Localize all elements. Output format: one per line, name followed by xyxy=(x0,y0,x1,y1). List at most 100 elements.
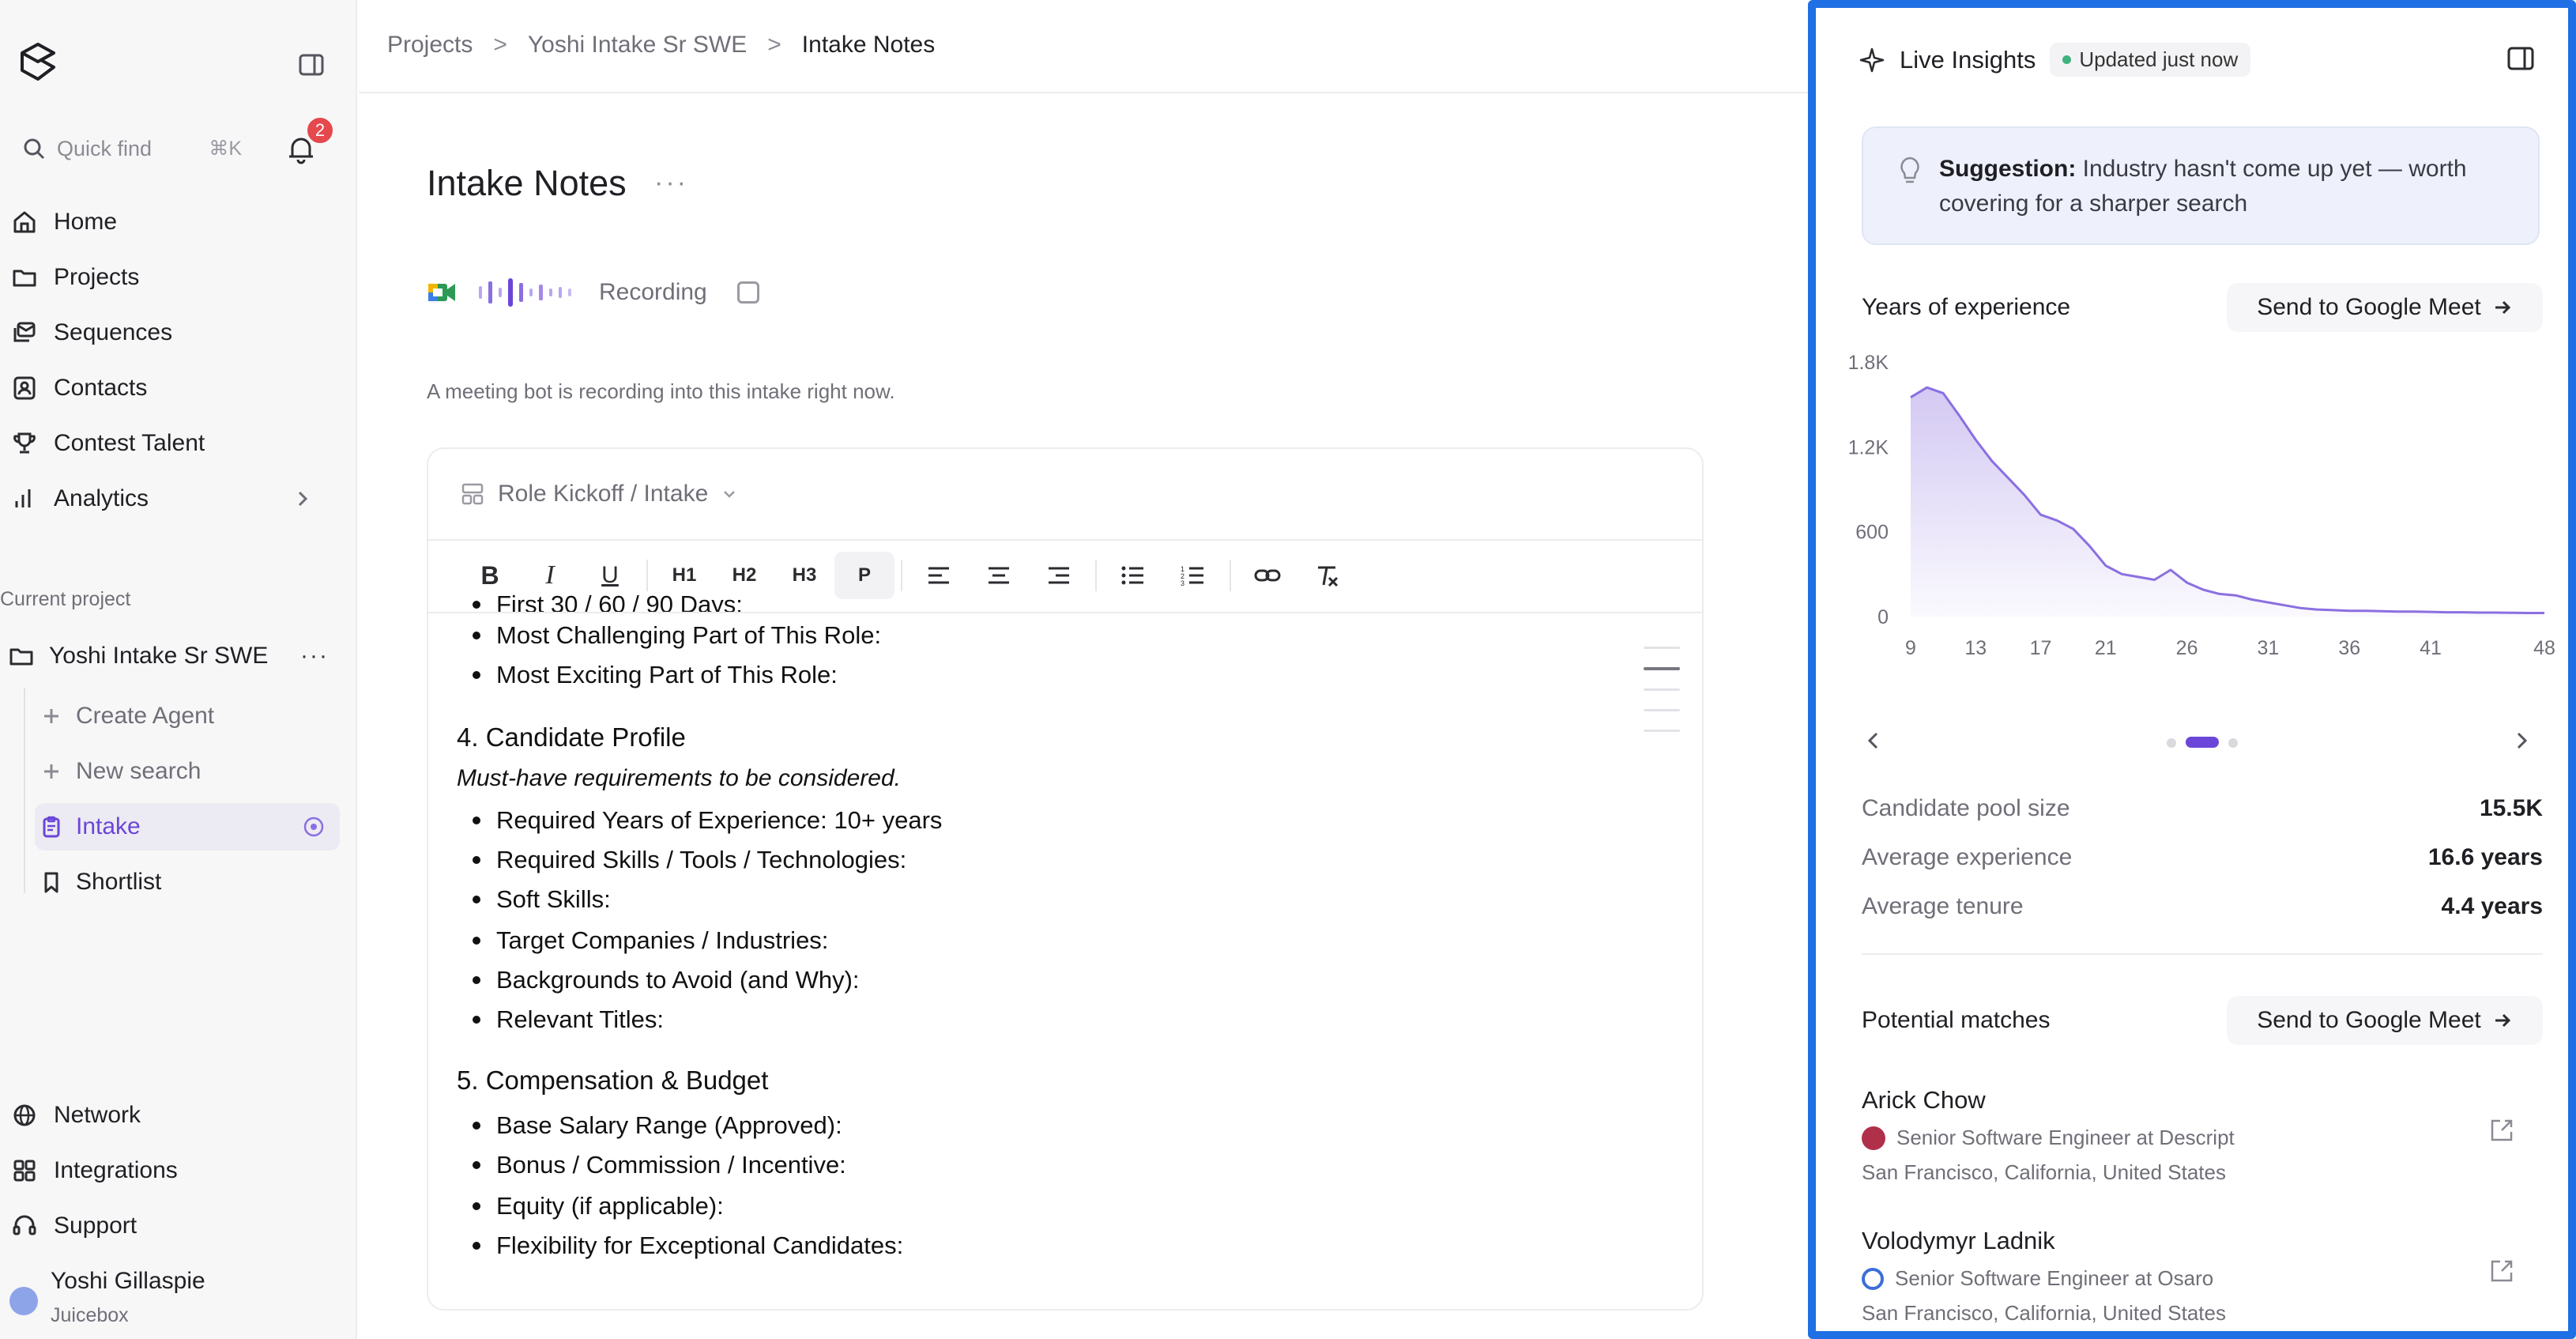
bold-button[interactable]: B xyxy=(460,552,520,599)
intake-item[interactable]: Intake xyxy=(35,803,340,851)
nav-contacts[interactable]: Contacts xyxy=(0,360,357,416)
candidate-card[interactable]: Volodymyr Ladnik Senior Software Enginee… xyxy=(1862,1227,2543,1325)
clipboard-icon xyxy=(43,816,60,838)
nav-contest-talent[interactable]: Contest Talent xyxy=(0,416,357,471)
x-tick-label: 26 xyxy=(2176,637,2198,659)
quick-find-input[interactable]: Quick find ⌘K xyxy=(11,125,253,172)
stop-recording-button[interactable] xyxy=(736,281,759,304)
nav-network[interactable]: Network xyxy=(0,1088,357,1143)
align-right-button[interactable] xyxy=(1029,552,1089,599)
title-more-icon[interactable]: ··· xyxy=(654,168,688,198)
target-icon[interactable] xyxy=(302,815,326,839)
align-left-button[interactable] xyxy=(909,552,969,599)
send-to-google-meet-button[interactable]: Send to Google Meet xyxy=(2227,283,2543,332)
candidate-name[interactable]: Arick Chow xyxy=(1862,1086,2543,1115)
underline-button[interactable]: U xyxy=(580,552,640,599)
nav-support-label: Support xyxy=(54,1213,137,1239)
align-center-button[interactable] xyxy=(969,552,1029,599)
candidate-role: Senior Software Engineer at Osaro xyxy=(1895,1266,2214,1290)
quick-find-shortcut: ⌘K xyxy=(209,138,242,160)
external-link-icon[interactable] xyxy=(2487,1116,2516,1145)
list-item-text: Flexibility for Exceptional Candidates: xyxy=(496,1232,904,1259)
carousel-dot[interactable] xyxy=(2167,738,2176,748)
list-item: Most Challenging Part of This Role: xyxy=(473,621,881,650)
bullet-dot xyxy=(473,937,480,945)
sidebar-collapse-icon[interactable] xyxy=(297,51,326,79)
heading3-button[interactable]: H3 xyxy=(774,552,834,599)
y-tick-label: 1.2K xyxy=(1848,436,1889,458)
notes-editor[interactable]: Role Kickoff / Intake B I U H1 H2 H3 P 1… xyxy=(427,447,1704,1311)
list-item: Most Exciting Part of This Role: xyxy=(473,661,838,689)
link-button[interactable] xyxy=(1237,552,1297,599)
list-item-text: Most Exciting Part of This Role: xyxy=(496,661,838,688)
app-logo-icon[interactable] xyxy=(17,41,58,82)
updated-text: Updated just now xyxy=(2079,47,2239,71)
list-item-text: Target Companies / Industries: xyxy=(496,926,829,954)
bullet-dot xyxy=(473,671,480,679)
bullet-dot xyxy=(473,976,480,984)
panel-divider xyxy=(1862,953,2543,955)
project-more-icon[interactable]: ··· xyxy=(300,643,329,670)
audio-waveform-icon xyxy=(479,278,571,307)
stat-label: Average experience xyxy=(1862,844,2073,870)
list-item: Equity (if applicable): xyxy=(473,1192,724,1220)
paragraph-button[interactable]: P xyxy=(834,552,894,599)
nav-projects[interactable]: Projects xyxy=(0,250,357,305)
nav-sequences[interactable]: Sequences xyxy=(0,305,357,360)
bullet-dot xyxy=(473,1161,480,1169)
candidate-role-row: Senior Software Engineer at Descript xyxy=(1862,1126,2235,1150)
potential-matches-title: Potential matches xyxy=(1862,1007,2051,1033)
create-agent-item[interactable]: Create Agent xyxy=(35,692,340,740)
updated-badge: Updated just now xyxy=(2050,43,2251,77)
heading2-button[interactable]: H2 xyxy=(714,552,774,599)
breadcrumb-current: Intake Notes xyxy=(801,32,936,58)
bullet-dot xyxy=(473,1202,480,1210)
breadcrumb-project[interactable]: Yoshi Intake Sr SWE xyxy=(528,32,747,58)
carousel-dot[interactable] xyxy=(2228,738,2238,748)
chart-carousel xyxy=(1862,719,2540,764)
candidate-card[interactable]: Arick Chow Senior Software Engineer at D… xyxy=(1862,1086,2543,1184)
shortlist-item[interactable]: Shortlist xyxy=(35,858,340,906)
nav-home[interactable]: Home xyxy=(0,194,357,250)
recording-bar: Recording xyxy=(427,277,759,308)
list-item: First 30 / 60 / 90 Days: xyxy=(473,594,743,612)
stat-value: 16.6 years xyxy=(2427,844,2543,870)
ordered-list-button[interactable]: 123 xyxy=(1163,552,1223,599)
main-nav: Home Projects Sequences Contacts Contest… xyxy=(0,194,357,526)
template-selector[interactable]: Role Kickoff / Intake xyxy=(460,481,738,507)
x-tick-label: 48 xyxy=(2533,637,2555,659)
italic-button[interactable]: I xyxy=(520,552,580,599)
user-profile[interactable]: Yoshi Gillaspie Juicebox xyxy=(9,1263,349,1334)
minimap-line xyxy=(1644,647,1680,649)
nav-analytics[interactable]: Analytics xyxy=(0,471,357,526)
panel-collapse-icon[interactable] xyxy=(2505,43,2536,74)
nav-integrations-label: Integrations xyxy=(54,1157,178,1183)
nav-sequences-label: Sequences xyxy=(54,319,173,345)
x-tick-label: 36 xyxy=(2338,637,2360,659)
outline-minimap[interactable] xyxy=(1644,647,1680,750)
section-heading: 4. Candidate Profile xyxy=(457,722,686,752)
nav-contest-talent-label: Contest Talent xyxy=(54,430,205,456)
clear-format-button[interactable] xyxy=(1297,552,1358,599)
carousel-dot-active[interactable] xyxy=(2186,737,2219,748)
new-search-item[interactable]: New search xyxy=(35,748,340,795)
bullet-list-button[interactable] xyxy=(1103,552,1163,599)
breadcrumb-projects[interactable]: Projects xyxy=(387,32,473,58)
bullet-dot xyxy=(473,1122,480,1130)
external-link-icon[interactable] xyxy=(2487,1257,2516,1285)
current-project-row[interactable]: Yoshi Intake Sr SWE ··· xyxy=(8,632,340,680)
nav-integrations[interactable]: Integrations xyxy=(0,1143,357,1198)
chevron-right-icon[interactable] xyxy=(2510,729,2533,752)
x-tick-label: 31 xyxy=(2258,637,2280,659)
candidate-name[interactable]: Volodymyr Ladnik xyxy=(1862,1227,2543,1255)
chevron-right-icon[interactable] xyxy=(292,488,313,509)
send-to-google-meet-button[interactable]: Send to Google Meet xyxy=(2227,996,2543,1045)
bullet-dot xyxy=(473,856,480,864)
new-search-label: New search xyxy=(76,758,201,784)
nav-support[interactable]: Support xyxy=(0,1198,357,1254)
quick-find-placeholder: Quick find xyxy=(57,136,153,160)
heading1-button[interactable]: H1 xyxy=(654,552,714,599)
list-item-text: Bonus / Commission / Incentive: xyxy=(496,1151,846,1179)
chevron-left-icon[interactable] xyxy=(1862,729,1885,752)
bookmark-icon xyxy=(44,872,58,893)
